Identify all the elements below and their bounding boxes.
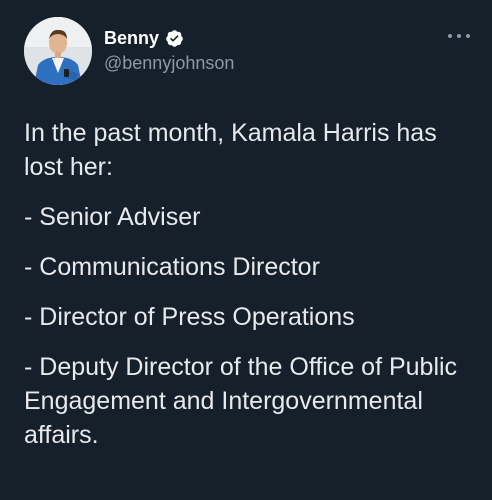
tweet-card: Benny @bennyjohnson In the past month, K…: [0, 0, 492, 500]
more-horizontal-icon[interactable]: [448, 28, 470, 44]
display-name[interactable]: Benny: [104, 27, 159, 49]
list-item: - Director of Press Operations: [24, 303, 355, 331]
dot: [457, 34, 461, 38]
author-name-row: Benny: [104, 27, 184, 49]
dot: [466, 34, 470, 38]
author-handle[interactable]: @bennyjohnson: [104, 52, 234, 74]
tweet-intro: In the past month, Kamala Harris has los…: [24, 119, 437, 181]
list-item: - Deputy Director of the Office of Publi…: [24, 353, 458, 449]
verified-badge-icon: [165, 29, 184, 48]
dot: [448, 34, 452, 38]
list-item: - Senior Adviser: [24, 203, 201, 231]
avatar[interactable]: [24, 17, 92, 85]
tweet-text: In the past month, Kamala Harris has los…: [24, 116, 474, 452]
list-item: - Communications Director: [24, 253, 320, 281]
